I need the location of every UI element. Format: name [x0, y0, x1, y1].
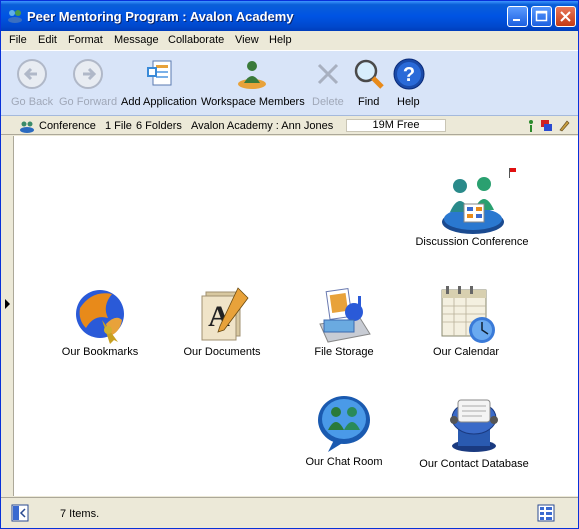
discussion-conference-item[interactable]: Discussion Conference: [412, 168, 532, 252]
help-question-icon: ?: [392, 57, 426, 91]
our-contact-database-label: Our Contact Database: [419, 458, 529, 470]
close-button[interactable]: [555, 6, 576, 27]
bookmarks-globe-icon: [76, 290, 124, 344]
menu-collaborate[interactable]: Collaborate: [168, 34, 224, 46]
view-options-icon[interactable]: [537, 504, 555, 522]
svg-text:?: ?: [403, 64, 415, 86]
location-path: Avalon Academy : Ann Jones: [191, 120, 334, 132]
free-space-indicator: 19M Free: [346, 119, 446, 132]
expand-arrow-icon[interactable]: [5, 299, 10, 309]
go-forward-label: Go Forward: [59, 96, 118, 108]
calendar-icon: [441, 286, 495, 343]
add-application-label: Add Application: [121, 96, 197, 108]
title-bar[interactable]: Peer Mentoring Program : Avalon Academy: [1, 1, 578, 31]
file-storage-item[interactable]: File Storage: [302, 284, 386, 364]
our-chat-room-item[interactable]: Our Chat Room: [302, 392, 386, 472]
our-calendar-item[interactable]: Our Calendar: [424, 284, 508, 364]
file-storage-label: File Storage: [314, 346, 374, 358]
magnifier-icon: [352, 57, 386, 91]
status-bar: 7 Items.: [1, 497, 578, 528]
minimize-button[interactable]: [507, 6, 528, 27]
maximize-button[interactable]: [531, 6, 552, 27]
our-bookmarks-item[interactable]: Our Bookmarks: [58, 284, 142, 364]
left-splitter[interactable]: [1, 136, 13, 496]
find-label: Find: [358, 96, 380, 108]
help-label: Help: [397, 96, 420, 108]
discussion-conference-icon: [442, 177, 504, 234]
our-bookmarks-label: Our Bookmarks: [61, 346, 139, 358]
toolbar: Go Back Go Forward Add Application Works…: [1, 50, 578, 116]
workspace-members-icon: [235, 57, 269, 91]
windows-icon[interactable]: [540, 119, 553, 132]
menu-help[interactable]: Help: [269, 34, 292, 46]
our-contact-database-item[interactable]: Our Contact Database: [416, 392, 532, 472]
menu-view[interactable]: View: [235, 34, 259, 46]
location-name: Conference: [39, 120, 96, 132]
documents-icon: A: [201, 287, 249, 341]
our-calendar-label: Our Calendar: [432, 346, 500, 358]
delete-label: Delete: [312, 96, 344, 108]
menu-format[interactable]: Format: [68, 34, 103, 46]
our-chat-room-label: Our Chat Room: [305, 456, 383, 468]
delete-x-icon: [311, 57, 345, 91]
red-flag-icon: [509, 168, 516, 178]
pencil-icon[interactable]: [558, 119, 570, 132]
go-back-label: Go Back: [11, 96, 54, 108]
file-storage-icon: [319, 288, 371, 343]
chat-room-icon: [318, 396, 370, 452]
info-icon[interactable]: [527, 119, 535, 133]
add-application-icon: [143, 57, 177, 91]
app-icon: [7, 8, 23, 24]
menu-message[interactable]: Message: [114, 34, 159, 46]
item-count: 7 Items.: [60, 508, 100, 520]
discussion-conference-label: Discussion Conference: [415, 236, 529, 248]
location-bar: Conference 1 File 6 Folders Avalon Acade…: [1, 117, 578, 135]
folder-count: 6 Folders: [136, 120, 182, 132]
panel-toggle-icon[interactable]: [11, 504, 29, 522]
window-title: Peer Mentoring Program : Avalon Academy: [27, 9, 294, 24]
workspace-content: Discussion Conference Our Bookmarks A Ou…: [13, 136, 578, 496]
file-count: 1 File: [105, 120, 132, 132]
forward-arrow-icon: [71, 57, 105, 91]
conference-icon: [19, 118, 35, 134]
menu-bar: File Edit Format Message Collaborate Vie…: [1, 31, 578, 50]
our-documents-item[interactable]: A Our Documents: [180, 284, 264, 364]
menu-edit[interactable]: Edit: [38, 34, 57, 46]
workspace-members-label: Workspace Members: [201, 96, 305, 108]
our-documents-label: Our Documents: [183, 346, 261, 358]
back-arrow-icon: [15, 57, 49, 91]
contact-database-icon: [450, 399, 498, 452]
app-window: Peer Mentoring Program : Avalon Academy …: [0, 0, 579, 529]
menu-file[interactable]: File: [9, 34, 27, 46]
